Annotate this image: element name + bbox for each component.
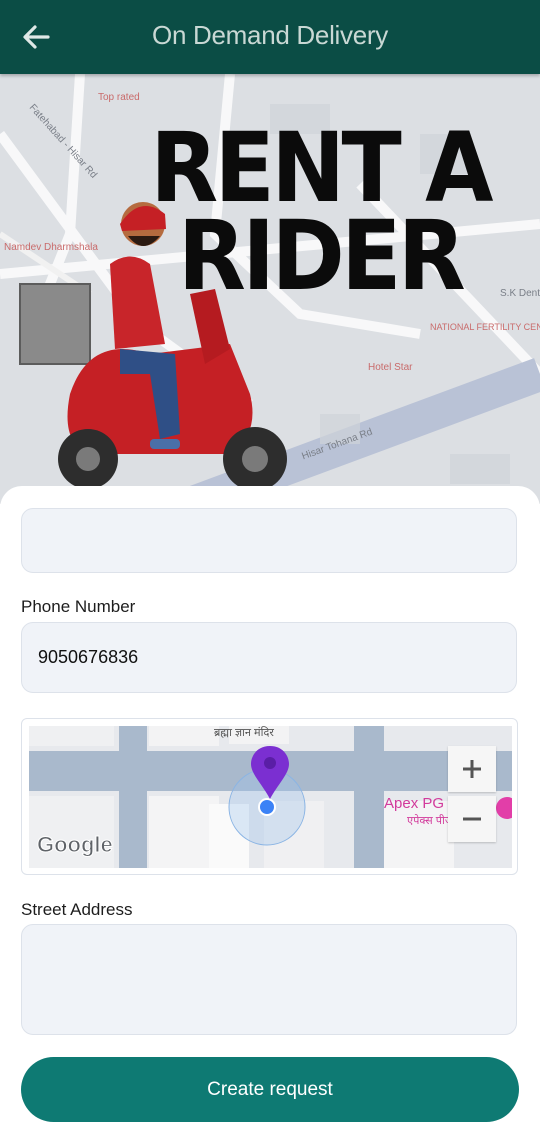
phone-input[interactable]: 9050676836 — [21, 622, 517, 693]
street-address-label: Street Address — [21, 900, 133, 919]
headline-line-2: RIDER — [177, 200, 466, 312]
previous-input-field[interactable] — [21, 508, 517, 573]
map-label-dharmshala: Namdev Dharmshala — [4, 242, 98, 253]
street-address-input[interactable] — [21, 924, 517, 1035]
hero-headline: RENT A RIDER — [150, 112, 493, 312]
minus-icon — [463, 817, 481, 821]
create-request-button[interactable]: Create request — [21, 1057, 519, 1122]
app-header: On Demand Delivery — [0, 0, 540, 74]
hero-banner: Fatehabad - Hisar Rd Namdev Dharmshala N… — [0, 74, 540, 504]
google-logo: Google — [37, 832, 114, 858]
page-title: On Demand Delivery — [152, 20, 388, 50]
location-map[interactable]: ब्रह्मा ज्ञान मंदिर Apex PG Hisar एपेक्स… — [21, 718, 518, 875]
headline-line-1: RENT A — [150, 112, 493, 224]
form-sheet: Phone Number 9050676836 ब्रह्मा ज्ञान मं… — [0, 486, 540, 1143]
map-label-fertility: NATIONAL FERTILITY CENTRE - Best IVF — [430, 322, 540, 332]
map-label-hotel: Hotel Star — [368, 362, 413, 373]
map-label-dental: S.K Dental — [500, 288, 540, 299]
map-place-top: ब्रह्मा ज्ञान मंदिर — [214, 727, 274, 739]
phone-value: 9050676836 — [38, 647, 139, 667]
zoom-in-button[interactable] — [448, 746, 496, 792]
zoom-out-button[interactable] — [448, 796, 496, 842]
map-label-top-rated: Top rated — [98, 92, 140, 103]
plus-icon — [463, 760, 481, 778]
phone-label: Phone Number — [21, 597, 136, 616]
map-viewport[interactable]: ब्रह्मा ज्ञान मंदिर Apex PG Hisar एपेक्स… — [29, 726, 512, 868]
